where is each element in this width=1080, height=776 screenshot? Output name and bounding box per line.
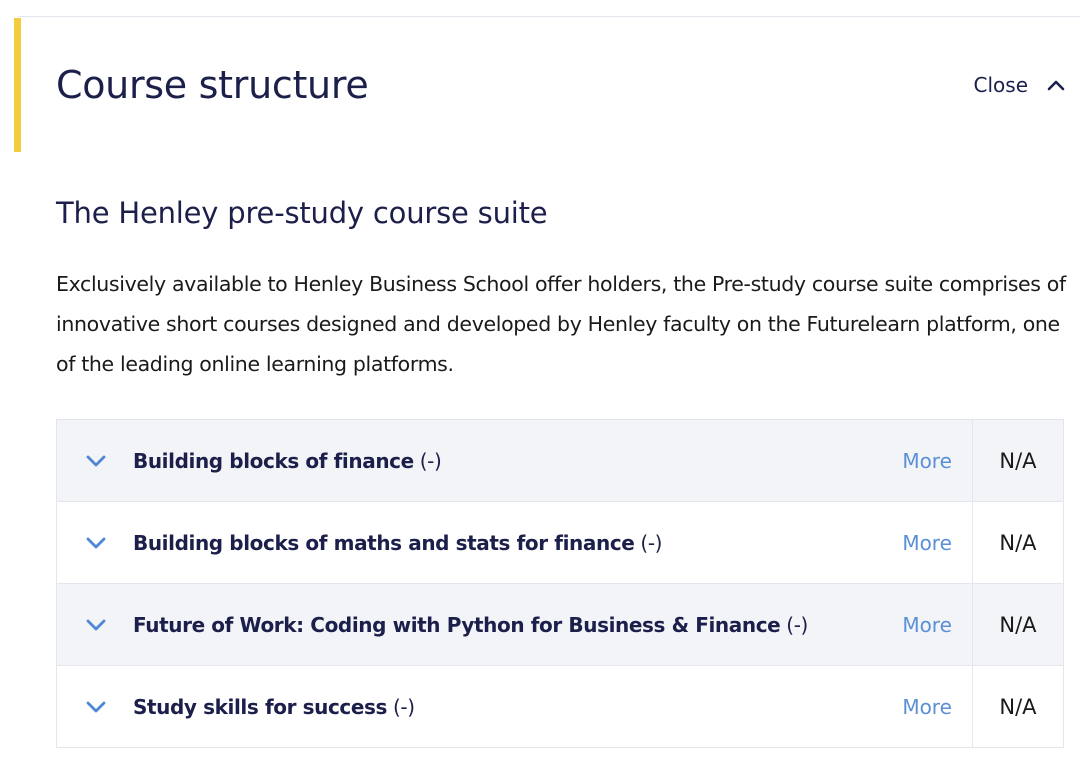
course-name: Building blocks of maths and stats for f… (133, 530, 635, 555)
course-row-toggle[interactable]: Future of Work: Coding with Python for B… (57, 584, 972, 665)
suite-subtitle: The Henley pre-study course suite (56, 196, 548, 230)
course-cell[interactable]: Future of Work: Coding with Python for B… (56, 583, 973, 666)
course-value: N/A (971, 419, 1065, 502)
course-row-toggle[interactable]: Building blocks of finance (-) More (57, 420, 972, 501)
close-toggle-button[interactable]: Close (974, 73, 1066, 97)
chevron-down-icon (86, 537, 106, 548)
course-title: Future of Work: Coding with Python for B… (133, 613, 886, 637)
table-row: Building blocks of finance (-) More N/A (56, 419, 1065, 502)
section-title: Course structure (56, 63, 369, 107)
course-value: N/A (971, 583, 1065, 666)
course-code: (-) (419, 448, 442, 473)
top-divider (18, 16, 1080, 17)
course-cell[interactable]: Building blocks of finance (-) More (56, 419, 973, 502)
section-header: Course structure Close (56, 52, 1066, 118)
chevron-down-icon (86, 455, 106, 466)
course-cell[interactable]: Building blocks of maths and stats for f… (56, 501, 973, 584)
course-name: Future of Work: Coding with Python for B… (133, 612, 781, 637)
course-value: N/A (971, 501, 1065, 584)
course-title: Building blocks of maths and stats for f… (133, 531, 886, 555)
course-row-toggle[interactable]: Study skills for success (-) More (57, 666, 972, 747)
course-name: Building blocks of finance (133, 448, 414, 473)
chevron-up-icon (1047, 80, 1065, 91)
course-row-toggle[interactable]: Building blocks of maths and stats for f… (57, 502, 972, 583)
course-name: Study skills for success (133, 694, 388, 719)
course-title: Study skills for success (-) (133, 695, 886, 719)
table-row: Building blocks of maths and stats for f… (56, 501, 1065, 584)
course-cell[interactable]: Study skills for success (-) More (56, 665, 973, 748)
table-row: Future of Work: Coding with Python for B… (56, 583, 1065, 666)
more-link[interactable]: More (902, 695, 952, 719)
course-table: Building blocks of finance (-) More N/A … (56, 419, 1065, 748)
table-row: Study skills for success (-) More N/A (56, 665, 1065, 748)
chevron-down-icon (86, 701, 106, 712)
course-code: (-) (786, 612, 808, 637)
course-code: (-) (640, 530, 663, 555)
section-accent-bar (14, 18, 21, 152)
chevron-down-icon (86, 619, 106, 630)
more-link[interactable]: More (902, 449, 952, 473)
close-toggle-label: Close (973, 73, 1028, 97)
more-link[interactable]: More (902, 531, 952, 555)
course-title: Building blocks of finance (-) (133, 449, 886, 473)
more-link[interactable]: More (902, 613, 952, 637)
course-code: (-) (393, 694, 415, 719)
course-value: N/A (971, 665, 1065, 748)
suite-intro-text: Exclusively available to Henley Business… (56, 272, 1066, 376)
course-structure-page: Course structure Close The Henley pre-st… (0, 0, 1080, 776)
